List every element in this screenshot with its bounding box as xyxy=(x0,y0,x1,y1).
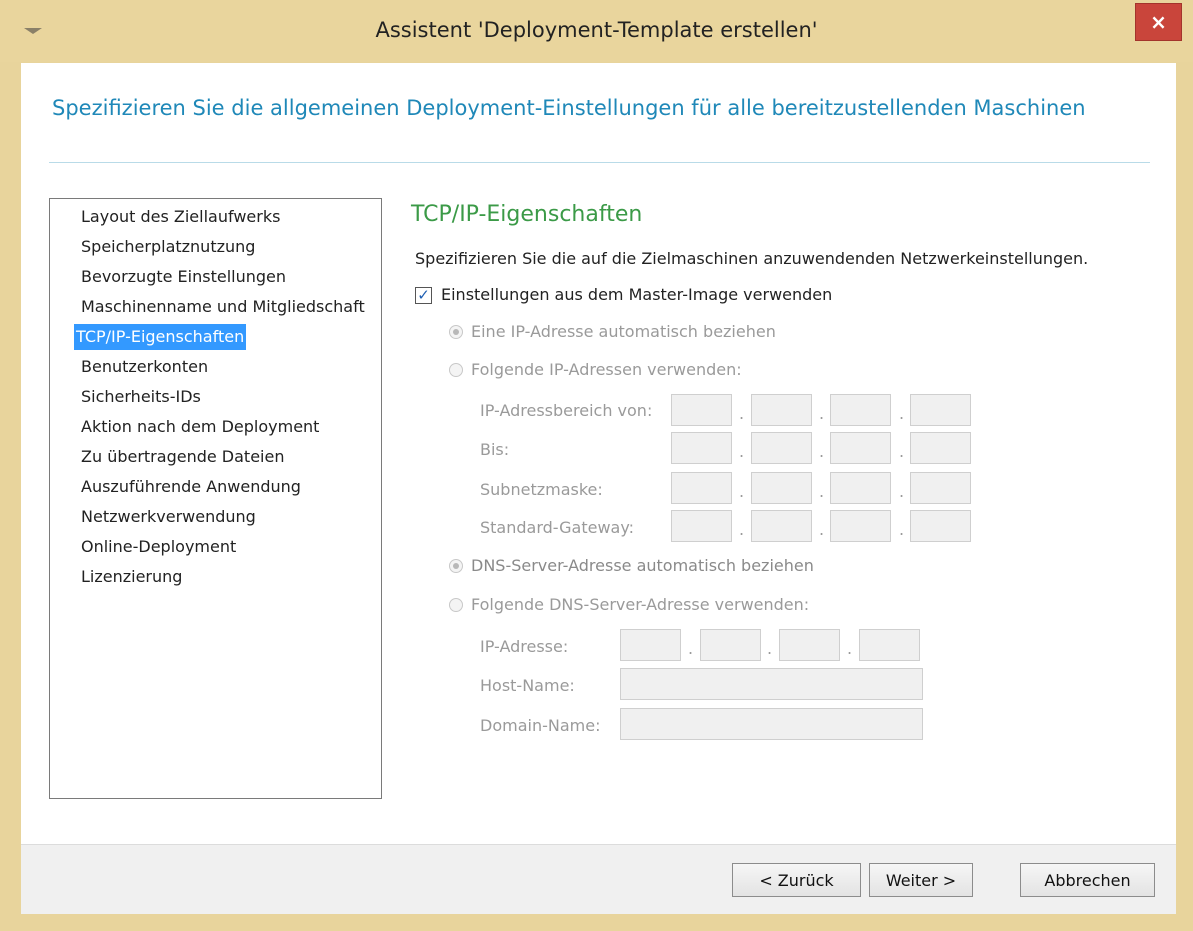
ip-to-octet-3[interactable] xyxy=(830,432,891,464)
dns-ip-octet-3[interactable] xyxy=(779,629,840,661)
dns-manual-radio[interactable] xyxy=(449,598,463,612)
octet-separator: . xyxy=(739,520,745,539)
octet-separator: . xyxy=(819,520,825,539)
octet-separator: . xyxy=(819,404,825,423)
button-bar xyxy=(21,844,1176,914)
dns-auto-radio[interactable] xyxy=(449,559,463,573)
octet-separator: . xyxy=(739,482,745,501)
octet-separator: . xyxy=(739,442,745,461)
nav-item-tcpip[interactable]: TCP/IP-Eigenschaften xyxy=(74,324,247,350)
wizard-window: Assistent 'Deployment-Template erstellen… xyxy=(0,0,1193,931)
nav-item-machine-name[interactable]: Maschinenname und Mitgliedschaft xyxy=(79,294,367,320)
nav-item-storage[interactable]: Speicherplatznutzung xyxy=(79,234,257,260)
nav-item-user-accounts[interactable]: Benutzerkonten xyxy=(79,354,210,380)
dns-ip-octet-4[interactable] xyxy=(859,629,920,661)
octet-separator: . xyxy=(899,520,905,539)
octet-separator: . xyxy=(899,482,905,501)
ip-to-octet-4[interactable] xyxy=(910,432,971,464)
close-button[interactable]: × xyxy=(1135,3,1182,41)
cancel-button[interactable]: Abbrechen xyxy=(1020,863,1155,897)
gateway-octet-1[interactable] xyxy=(671,510,732,542)
section-title: TCP/IP-Eigenschaften xyxy=(411,202,643,227)
ip-manual-label: Folgende IP-Adressen verwenden: xyxy=(471,360,742,379)
domain-name-field[interactable] xyxy=(620,708,923,740)
nav-item-preferences[interactable]: Bevorzugte Einstellungen xyxy=(79,264,288,290)
subnet-octet-2[interactable] xyxy=(751,472,812,504)
dns-manual-label: Folgende DNS-Server-Adresse verwenden: xyxy=(471,595,810,614)
nav-item-layout[interactable]: Layout des Ziellaufwerks xyxy=(79,204,282,230)
octet-separator: . xyxy=(739,404,745,423)
subnet-octet-4[interactable] xyxy=(910,472,971,504)
ip-from-octet-2[interactable] xyxy=(751,394,812,426)
octet-separator: . xyxy=(899,442,905,461)
nav-item-security-ids[interactable]: Sicherheits-IDs xyxy=(79,384,203,410)
gateway-octet-4[interactable] xyxy=(910,510,971,542)
ip-to-octet-1[interactable] xyxy=(671,432,732,464)
ip-auto-label: Eine IP-Adresse automatisch beziehen xyxy=(471,322,776,341)
octet-separator: . xyxy=(899,404,905,423)
page-heading: Spezifizieren Sie die allgemeinen Deploy… xyxy=(52,96,1086,120)
ip-from-octet-3[interactable] xyxy=(830,394,891,426)
domain-name-label: Domain-Name: xyxy=(480,716,601,735)
wizard-step-list: Layout des Ziellaufwerks Speicherplatznu… xyxy=(49,198,382,799)
dns-ip-octet-2[interactable] xyxy=(700,629,761,661)
window-title: Assistent 'Deployment-Template erstellen… xyxy=(375,18,818,42)
ip-from-octet-4[interactable] xyxy=(910,394,971,426)
title-bar[interactable]: Assistent 'Deployment-Template erstellen… xyxy=(0,0,1193,62)
heading-separator xyxy=(49,162,1150,163)
nav-item-files[interactable]: Zu übertragende Dateien xyxy=(79,444,286,470)
host-name-field[interactable] xyxy=(620,668,923,700)
octet-separator: . xyxy=(847,639,853,658)
octet-separator: . xyxy=(819,482,825,501)
subnet-octet-1[interactable] xyxy=(671,472,732,504)
use-master-image-label[interactable]: Einstellungen aus dem Master-Image verwe… xyxy=(441,285,832,304)
gateway-label: Standard-Gateway: xyxy=(480,518,635,537)
gateway-octet-2[interactable] xyxy=(751,510,812,542)
nav-item-licensing[interactable]: Lizenzierung xyxy=(79,564,184,590)
ip-auto-radio[interactable] xyxy=(449,325,463,339)
nav-item-online-deployment[interactable]: Online-Deployment xyxy=(79,534,238,560)
ip-range-to-label: Bis: xyxy=(480,440,510,459)
octet-separator: . xyxy=(819,442,825,461)
back-button[interactable]: < Zurück xyxy=(732,863,861,897)
subnet-label: Subnetzmaske: xyxy=(480,480,603,499)
subnet-octet-3[interactable] xyxy=(830,472,891,504)
octet-separator: . xyxy=(767,639,773,658)
ip-from-octet-1[interactable] xyxy=(671,394,732,426)
next-button[interactable]: Weiter > xyxy=(869,863,973,897)
host-name-label: Host-Name: xyxy=(480,676,575,695)
use-master-image-checkbox[interactable]: ✓ xyxy=(415,287,432,304)
ip-manual-radio[interactable] xyxy=(449,363,463,377)
dns-auto-label: DNS-Server-Adresse automatisch beziehen xyxy=(471,556,814,575)
nav-item-application[interactable]: Auszuführende Anwendung xyxy=(79,474,303,500)
dns-ip-label: IP-Adresse: xyxy=(480,637,569,656)
ip-to-octet-2[interactable] xyxy=(751,432,812,464)
nav-item-network-usage[interactable]: Netzwerkverwendung xyxy=(79,504,258,530)
wizard-content: Spezifizieren Sie die allgemeinen Deploy… xyxy=(21,63,1176,914)
section-description: Spezifizieren Sie die auf die Zielmaschi… xyxy=(415,249,1089,268)
nav-item-post-deploy-action[interactable]: Aktion nach dem Deployment xyxy=(79,414,321,440)
ip-range-from-label: IP-Adressbereich von: xyxy=(480,401,653,420)
octet-separator: . xyxy=(688,639,694,658)
gateway-octet-3[interactable] xyxy=(830,510,891,542)
dns-ip-octet-1[interactable] xyxy=(620,629,681,661)
